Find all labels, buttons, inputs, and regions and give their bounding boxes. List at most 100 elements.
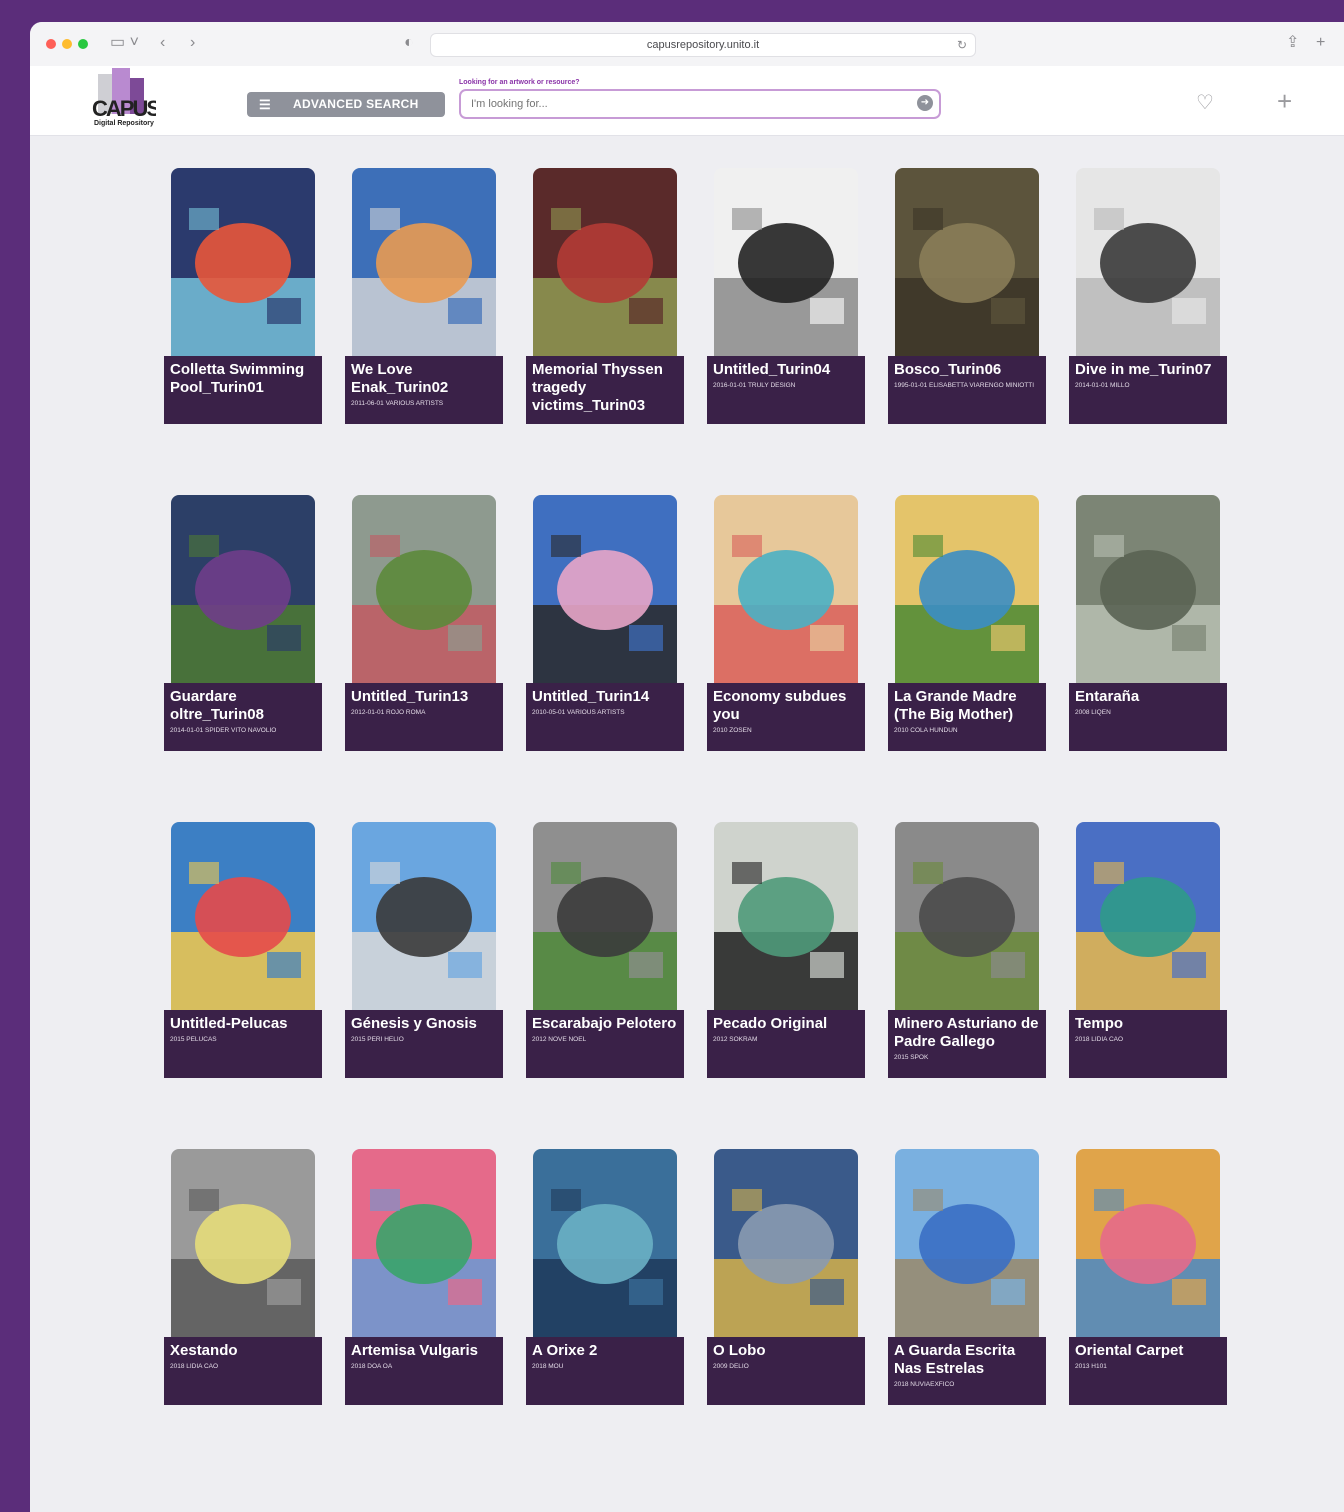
maximize-window-button[interactable]: [78, 39, 88, 49]
artwork-meta: 2018 NUVIAEXFICO: [894, 1381, 955, 1388]
artwork-card[interactable]: Minero Asturiano de Padre Gallego 2015 SP…: [888, 822, 1046, 1080]
artwork-caption[interactable]: Minero Asturiano de Padre Gallego 2015 SP…: [888, 1010, 1046, 1078]
artwork-card[interactable]: Untitled_Turin13 2012-01-01 ROJO ROMA: [345, 495, 503, 753]
artwork-image[interactable]: [714, 495, 858, 683]
artwork-card[interactable]: Escarabajo Pelotero 2012 NOVE NOEL: [526, 822, 684, 1080]
artwork-caption[interactable]: Untitled_Turin04 2016-01-01 TRULY DESIGN: [707, 356, 865, 424]
artwork-card[interactable]: Untitled_Turin04 2016-01-01 TRULY DESIGN: [707, 168, 865, 426]
artwork-card[interactable]: Untitled-Pelucas 2015 PELUCAS: [164, 822, 322, 1080]
artwork-card[interactable]: Memorial Thyssen tragedy victims_Turin03: [526, 168, 684, 426]
sidebar-toggle-icon[interactable]: ▭ ˅: [110, 34, 139, 52]
artwork-meta: 2008 LIQEN: [1075, 709, 1111, 716]
artwork-caption[interactable]: Entaraña 2008 LIQEN: [1069, 683, 1227, 751]
artwork-image[interactable]: [714, 822, 858, 1010]
close-window-button[interactable]: [46, 39, 56, 49]
artwork-caption[interactable]: Pecado Original 2012 SOKRAM: [707, 1010, 865, 1078]
artwork-image[interactable]: [171, 1149, 315, 1337]
artwork-image[interactable]: [171, 168, 315, 356]
artwork-image[interactable]: [171, 822, 315, 1010]
artwork-caption[interactable]: Dive in me_Turin07 2014-01-01 MILLO: [1069, 356, 1227, 424]
artwork-card[interactable]: A Orixe 2 2018 MOU: [526, 1149, 684, 1407]
artwork-card[interactable]: Colletta Swimming Pool_Turin01: [164, 168, 322, 426]
artwork-card[interactable]: Oriental Carpet 2013 H101: [1069, 1149, 1227, 1407]
artwork-image[interactable]: [352, 1149, 496, 1337]
artwork-image[interactable]: [533, 495, 677, 683]
artwork-card[interactable]: Xestando 2018 LIDIA CAO: [164, 1149, 322, 1407]
artwork-caption[interactable]: La Grande Madre (The Big Mother) 2010 COL…: [888, 683, 1046, 751]
plus-icon[interactable]: +: [1277, 86, 1292, 117]
artwork-image[interactable]: [352, 822, 496, 1010]
artwork-card[interactable]: Dive in me_Turin07 2014-01-01 MILLO: [1069, 168, 1227, 426]
artwork-caption[interactable]: Bosco_Turin06 1995-01-01 ELISABETTA VIARE…: [888, 356, 1046, 424]
artwork-image[interactable]: [714, 1149, 858, 1337]
artwork-card[interactable]: Artemisa Vulgaris 2018 DOA OA: [345, 1149, 503, 1407]
artwork-meta: 2012 NOVE NOEL: [532, 1036, 587, 1043]
artwork-image[interactable]: [533, 822, 677, 1010]
back-icon[interactable]: ‹: [160, 34, 165, 52]
forward-icon[interactable]: ›: [190, 34, 195, 52]
artwork-caption[interactable]: A Guarda Escrita Nas Estrelas 2018 NUVIAE…: [888, 1337, 1046, 1405]
artwork-image[interactable]: [1076, 495, 1220, 683]
artwork-card[interactable]: Untitled_Turin14 2010-05-01 VARIOUS ARTIS…: [526, 495, 684, 753]
artwork-image[interactable]: [714, 168, 858, 356]
artwork-caption[interactable]: Guardare oltre_Turin08 2014-01-01 SPIDER …: [164, 683, 322, 751]
advanced-search-button[interactable]: ☰ ADVANCED SEARCH: [247, 92, 445, 117]
artwork-card[interactable]: We Love Enak_Turin02 2011-06-01 VARIOUS A…: [345, 168, 503, 426]
share-icon[interactable]: ⇪: [1286, 34, 1299, 52]
artwork-card[interactable]: Entaraña 2008 LIQEN: [1069, 495, 1227, 753]
artwork-image[interactable]: [352, 495, 496, 683]
artwork-meta: 2009 DELIO: [713, 1363, 749, 1370]
address-bar[interactable]: capusrepository.unito.it ↻: [430, 33, 976, 57]
artwork-caption[interactable]: Escarabajo Pelotero 2012 NOVE NOEL: [526, 1010, 684, 1078]
artwork-caption[interactable]: Untitled-Pelucas 2015 PELUCAS: [164, 1010, 322, 1078]
artwork-image[interactable]: [895, 1149, 1039, 1337]
artwork-caption[interactable]: Xestando 2018 LIDIA CAO: [164, 1337, 322, 1405]
artwork-caption[interactable]: Artemisa Vulgaris 2018 DOA OA: [345, 1337, 503, 1405]
artwork-caption[interactable]: We Love Enak_Turin02 2011-06-01 VARIOUS A…: [345, 356, 503, 424]
artwork-card[interactable]: Pecado Original 2012 SOKRAM: [707, 822, 865, 1080]
artwork-caption[interactable]: Tempo 2018 LIDIA CAO: [1069, 1010, 1227, 1078]
artwork-card[interactable]: A Guarda Escrita Nas Estrelas 2018 NUVIAE…: [888, 1149, 1046, 1407]
artwork-meta: 2014-01-01 SPIDER VITO NAVOLIO: [170, 727, 277, 734]
artwork-caption[interactable]: Untitled_Turin14 2010-05-01 VARIOUS ARTIS…: [526, 683, 684, 751]
artwork-image[interactable]: [533, 1149, 677, 1337]
artwork-card[interactable]: O Lobo 2009 DELIO: [707, 1149, 865, 1407]
artwork-title: A Guarda Escrita Nas Estrelas: [894, 1342, 1016, 1377]
artwork-image[interactable]: [895, 495, 1039, 683]
artwork-image[interactable]: [1076, 1149, 1220, 1337]
svg-text:CAPUS: CAPUS: [92, 96, 156, 121]
artwork-caption[interactable]: A Orixe 2 2018 MOU: [526, 1337, 684, 1405]
artwork-title: Minero Asturiano de Padre Gallego: [894, 1015, 1039, 1050]
search-input[interactable]: [469, 94, 913, 114]
artwork-caption[interactable]: Colletta Swimming Pool_Turin01: [164, 356, 322, 424]
new-tab-icon[interactable]: +: [1316, 34, 1325, 52]
artwork-caption[interactable]: Memorial Thyssen tragedy victims_Turin03: [526, 356, 684, 424]
artwork-image[interactable]: [895, 822, 1039, 1010]
artwork-caption[interactable]: Untitled_Turin13 2012-01-01 ROJO ROMA: [345, 683, 503, 751]
minimize-window-button[interactable]: [62, 39, 72, 49]
search-submit-icon[interactable]: ➜: [917, 95, 933, 111]
artwork-card[interactable]: Guardare oltre_Turin08 2014-01-01 SPIDER …: [164, 495, 322, 753]
artwork-card[interactable]: Economy subdues you 2010 ZOSEN: [707, 495, 865, 753]
artwork-caption[interactable]: Génesis y Gnosis 2015 PERI HELIO: [345, 1010, 503, 1078]
artwork-image[interactable]: [895, 168, 1039, 356]
shield-icon[interactable]: ◐: [404, 34, 414, 52]
artwork-card[interactable]: Tempo 2018 LIDIA CAO: [1069, 822, 1227, 1080]
artwork-title: Guardare oltre_Turin08: [170, 688, 264, 723]
artwork-image[interactable]: [533, 168, 677, 356]
artwork-title: Bosco_Turin06: [894, 361, 1002, 378]
artwork-image[interactable]: [1076, 822, 1220, 1010]
artwork-caption[interactable]: Oriental Carpet 2013 H101: [1069, 1337, 1227, 1405]
heart-icon[interactable]: ♡: [1196, 90, 1214, 115]
artwork-title: Tempo: [1075, 1015, 1124, 1032]
artwork-card[interactable]: Bosco_Turin06 1995-01-01 ELISABETTA VIARE…: [888, 168, 1046, 426]
artwork-card[interactable]: Génesis y Gnosis 2015 PERI HELIO: [345, 822, 503, 1080]
artwork-caption[interactable]: Economy subdues you 2010 ZOSEN: [707, 683, 865, 751]
artwork-caption[interactable]: O Lobo 2009 DELIO: [707, 1337, 865, 1405]
artwork-image[interactable]: [1076, 168, 1220, 356]
artwork-image[interactable]: [171, 495, 315, 683]
reload-icon[interactable]: ↻: [957, 34, 967, 56]
artwork-card[interactable]: La Grande Madre (The Big Mother) 2010 COL…: [888, 495, 1046, 753]
artwork-image[interactable]: [352, 168, 496, 356]
site-header: CAPUS Digital Repository ☰ ADVANCED SEAR…: [30, 66, 1344, 136]
